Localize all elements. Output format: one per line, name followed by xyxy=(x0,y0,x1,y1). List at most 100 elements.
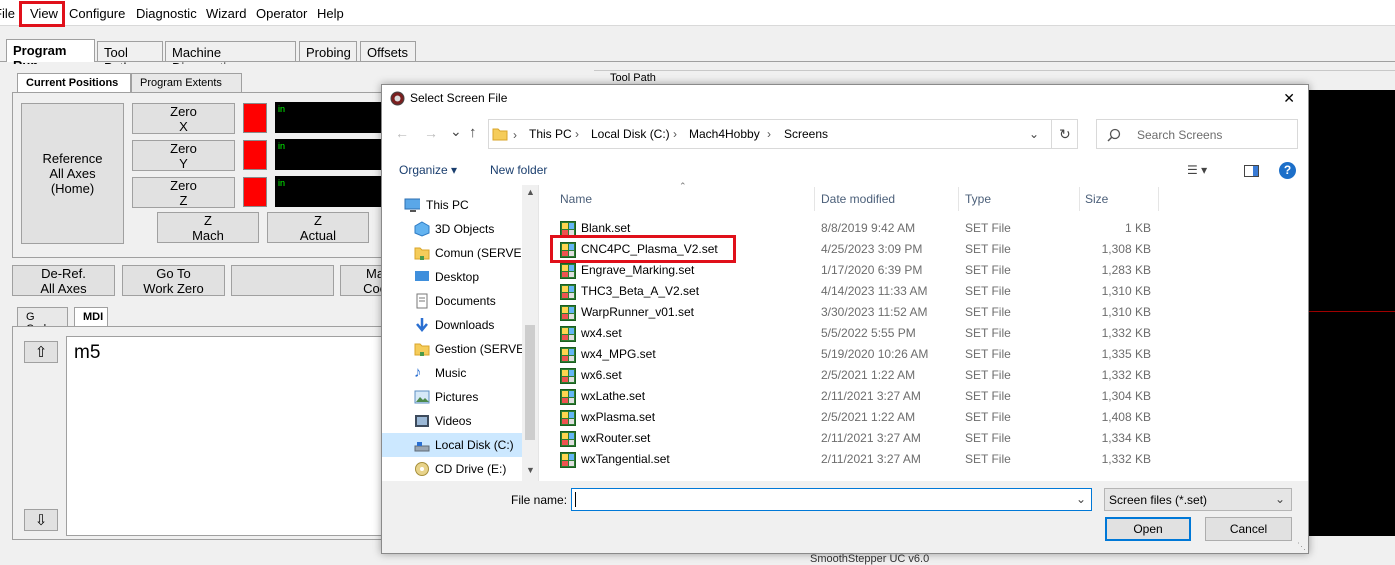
menu-diagnostic[interactable]: Diagnostic xyxy=(136,6,197,21)
nav-cd-drive[interactable]: CD Drive (E:) xyxy=(382,457,522,481)
view-options-icon[interactable]: ☰ ▾ xyxy=(1187,163,1207,177)
menu-file[interactable]: File xyxy=(0,6,15,21)
zero-y-button[interactable]: Zero Y xyxy=(132,140,235,171)
file-row[interactable]: wx6.set 2/5/2021 1:22 AM SET File 1,332 KB xyxy=(547,365,1307,386)
chevron-down-icon[interactable]: ⌄ xyxy=(450,123,462,140)
tab-probing[interactable]: Probing xyxy=(299,41,357,61)
nav-pictures[interactable]: Pictures xyxy=(382,385,522,409)
file-name: WarpRunner_v01.set xyxy=(581,305,694,319)
menu-configure[interactable]: Configure xyxy=(69,6,125,21)
address-dropdown-icon[interactable]: ⌄ xyxy=(1029,127,1039,141)
refresh-icon[interactable]: ↻ xyxy=(1059,126,1071,143)
help-icon[interactable]: ? xyxy=(1279,162,1296,179)
tab-current-positions[interactable]: Current Positions xyxy=(17,73,131,92)
disk-icon xyxy=(414,442,430,452)
nav-3d-objects[interactable]: 3D Objects xyxy=(382,217,522,241)
nav-documents[interactable]: Documents xyxy=(382,289,522,313)
nav-scrollbar-thumb[interactable] xyxy=(525,325,535,440)
mdi-input[interactable]: m5 xyxy=(66,336,386,536)
breadcrumb-this-pc[interactable]: This PC xyxy=(529,127,572,141)
mdi-text: m5 xyxy=(74,342,101,363)
file-row[interactable]: WarpRunner_v01.set 3/30/2023 11:52 AM SET … xyxy=(547,302,1307,323)
nav-music[interactable]: ♪ Music xyxy=(382,361,522,385)
nav-label: Documents xyxy=(435,294,496,308)
file-row[interactable]: Engrave_Marking.set 1/17/2020 6:39 PM SET … xyxy=(547,260,1307,281)
file-row[interactable]: THC3_Beta_A_V2.set 4/14/2023 11:33 AM SET … xyxy=(547,281,1307,302)
search-input[interactable]: Search Screens xyxy=(1137,128,1222,142)
y-axis-indicator xyxy=(243,140,267,170)
column-size-header[interactable]: Size xyxy=(1085,192,1108,206)
text-caret xyxy=(575,492,576,507)
preview-pane-icon[interactable] xyxy=(1244,165,1259,177)
zero-z-button[interactable]: Zero Z xyxy=(132,177,235,208)
breadcrumb-screens[interactable]: Screens xyxy=(784,127,828,141)
file-type-select[interactable]: Screen files (*.set) ⌄ xyxy=(1104,488,1292,511)
file-size: 1,408 KB xyxy=(1101,410,1151,424)
resize-grip-icon[interactable]: ⋱ xyxy=(1297,541,1306,552)
download-icon xyxy=(416,318,428,332)
new-folder-button[interactable]: New folder xyxy=(490,163,547,177)
set-file-icon xyxy=(560,305,576,321)
address-bar[interactable]: › This PC › Local Disk (C:) › Mach4Hobby… xyxy=(488,119,1078,149)
nav-gestion-server[interactable]: Gestion (SERVER xyxy=(382,337,533,361)
file-type: SET File xyxy=(965,452,1011,466)
tab-machine-diagnostics[interactable]: Machine Diagnostics xyxy=(165,41,296,75)
file-date: 4/14/2023 11:33 AM xyxy=(821,284,928,298)
forward-arrow-icon[interactable]: → xyxy=(424,125,438,141)
tab-program-extents[interactable]: Program Extents xyxy=(131,73,242,92)
up-arrow-icon[interactable]: ↑ xyxy=(469,124,477,141)
tab-mdi[interactable]: MDI xyxy=(74,307,108,326)
deref-all-axes-button[interactable]: De-Ref. All Axes xyxy=(12,265,115,296)
reference-all-axes-button[interactable]: Reference All Axes (Home) xyxy=(21,103,124,244)
file-row[interactable]: wx4.set 5/5/2022 5:55 PM SET File 1,332 KB xyxy=(547,323,1307,344)
file-row[interactable]: wxLathe.set 2/11/2021 3:27 AM SET File 1,30… xyxy=(547,386,1307,407)
nav-label: Desktop xyxy=(435,270,480,284)
blank-button[interactable] xyxy=(231,265,334,296)
file-row[interactable]: wx4_MPG.set 5/19/2020 10:26 AM SET File 1,3… xyxy=(547,344,1307,365)
file-size: 1,308 KB xyxy=(1101,242,1151,256)
goto-work-zero-button[interactable]: Go To Work Zero xyxy=(122,265,225,296)
file-row[interactable]: wxRouter.set 2/11/2021 3:27 AM SET File 1,3… xyxy=(547,428,1307,449)
file-row[interactable]: wxTangential.set 2/11/2021 3:27 AM SET Fil… xyxy=(547,449,1307,470)
cancel-button[interactable]: Cancel xyxy=(1205,517,1292,541)
file-type: SET File xyxy=(965,263,1011,277)
filename-field[interactable]: ⌄ xyxy=(571,488,1092,511)
nav-videos[interactable]: Videos xyxy=(382,409,522,433)
zero-x-button[interactable]: Zero X xyxy=(132,103,235,134)
file-name: wxLathe.set xyxy=(581,389,646,403)
column-name-header[interactable]: Name xyxy=(560,192,592,206)
breadcrumb-mach4hobby[interactable]: Mach4Hobby xyxy=(689,127,760,141)
nav-label: Gestion (SERVER xyxy=(435,342,533,356)
set-file-icon xyxy=(560,347,576,363)
z-dro-display: in xyxy=(275,176,385,207)
file-row[interactable]: wxPlasma.set 2/5/2021 1:22 AM SET File 1,40… xyxy=(547,407,1307,428)
nav-downloads[interactable]: Downloads xyxy=(382,313,522,337)
scroll-down-button[interactable]: ⇩ xyxy=(24,509,58,531)
set-file-icon xyxy=(560,431,576,447)
scroll-up-button[interactable]: ⇧ xyxy=(24,341,58,363)
column-type-header[interactable]: Type xyxy=(965,192,991,206)
column-date-header[interactable]: Date modified xyxy=(821,192,895,206)
back-arrow-icon[interactable]: ← xyxy=(395,125,409,141)
file-type: SET File xyxy=(965,242,1011,256)
close-icon[interactable]: ✕ xyxy=(1283,90,1295,107)
tab-tool-path[interactable]: Tool Path xyxy=(97,41,163,75)
nav-desktop[interactable]: Desktop xyxy=(382,265,522,289)
nav-local-disk[interactable]: Local Disk (C:) xyxy=(382,433,522,457)
nav-comun-server[interactable]: Comun (SERVER xyxy=(382,241,530,265)
organize-button[interactable]: Organize ▾ xyxy=(399,163,457,177)
breadcrumb-local-disk[interactable]: Local Disk (C:) xyxy=(591,127,670,141)
menu-help[interactable]: Help xyxy=(317,6,344,21)
search-box[interactable]: Search Screens xyxy=(1096,119,1298,149)
nav-scrollbar[interactable]: ▲ ▼ xyxy=(522,185,538,481)
tab-offsets[interactable]: Offsets xyxy=(360,41,416,61)
menu-wizard[interactable]: Wizard xyxy=(206,6,246,21)
nav-label: Music xyxy=(435,366,467,380)
tab-gcode[interactable]: G Code xyxy=(17,307,68,335)
tab-program-run[interactable]: Program Run xyxy=(6,39,95,73)
menu-operator[interactable]: Operator xyxy=(256,6,307,21)
folder-icon xyxy=(492,128,508,141)
nav-this-pc[interactable]: This PC xyxy=(382,193,522,217)
filename-dropdown-icon[interactable]: ⌄ xyxy=(1076,492,1086,506)
open-button[interactable]: Open xyxy=(1105,517,1191,541)
